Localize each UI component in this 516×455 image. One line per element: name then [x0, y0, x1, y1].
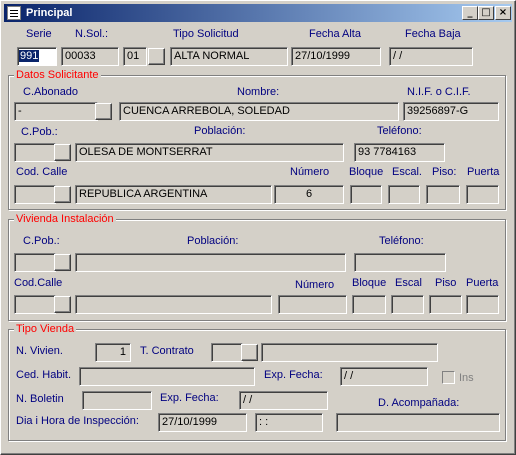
sol-piso-field[interactable] [426, 185, 460, 204]
sol-bloque-label: Bloque [349, 166, 384, 178]
sol-calle-field[interactable]: REPUBLICA ARGENTINA [75, 185, 272, 204]
cabonado-field[interactable]: - [14, 102, 98, 121]
cabonado-lookup-button[interactable] [95, 103, 112, 120]
tipo-vienda-title: Tipo Vienda [14, 323, 77, 336]
expfecha2-field[interactable]: / / [239, 391, 328, 410]
sol-cpob-field[interactable] [14, 143, 56, 162]
tcontrato-lookup-button[interactable] [241, 344, 258, 361]
maximize-button[interactable]: □ [478, 6, 494, 20]
nif-field[interactable]: 39256897-G [403, 102, 499, 121]
nsol-field[interactable]: 00033 [61, 47, 119, 66]
ins-label: Ins [459, 372, 474, 384]
nif-label: N.I.F. o C.I.F. [407, 86, 471, 98]
nombre-label: Nombre: [237, 86, 280, 98]
close-button[interactable]: × [495, 6, 511, 20]
viv-puerta-field[interactable] [466, 295, 499, 314]
sol-numero-label: Número [290, 166, 330, 178]
viv-numero-label: Número [295, 279, 335, 291]
vivienda-instalacion-title: Vivienda Instalación [14, 213, 116, 226]
inspeccion-label: Dia i Hora de Inspección: [16, 415, 139, 427]
viv-calle-field[interactable] [75, 295, 272, 314]
viv-piso-field[interactable] [429, 295, 462, 314]
sol-poblacion-label: Población: [194, 125, 246, 137]
sol-poblacion-field[interactable]: OLESA DE MONTSERRAT [75, 143, 344, 162]
acompanada-label: D. Acompañada: [378, 397, 460, 409]
tcontrato-code-field[interactable] [211, 343, 243, 362]
acompanada-field[interactable] [336, 413, 500, 432]
sol-piso-label: Piso: [432, 166, 457, 178]
sol-telefono-field[interactable]: 93 7784163 [354, 143, 445, 162]
nboletin-label: N. Boletin [16, 393, 64, 405]
fecha-alta-label: Fecha Alta [309, 28, 361, 40]
viv-codcalle-lookup-button[interactable] [54, 296, 71, 313]
viv-bloque-field[interactable] [352, 295, 386, 314]
fecha-baja-field[interactable]: / / [389, 47, 473, 66]
serie-value: 991 [19, 50, 40, 62]
title-bar[interactable]: Principal _ □ × [4, 4, 512, 22]
nboletin-field[interactable] [82, 391, 152, 410]
viv-cpob-field[interactable] [14, 253, 56, 272]
viv-poblacion-label: Población: [187, 235, 239, 247]
ins-checkbox[interactable] [442, 371, 455, 384]
nombre-field[interactable]: CUENCA ARREBOLA, SOLEDAD [119, 102, 399, 121]
viv-puerta-label: Puerta [466, 277, 499, 289]
viv-telefono-field[interactable] [354, 253, 446, 272]
nvivien-field[interactable]: 1 [95, 343, 131, 362]
viv-cpob-label: C.Pob.: [23, 235, 60, 247]
sol-codcalle-lookup-button[interactable] [54, 186, 71, 203]
viv-poblacion-field[interactable] [75, 253, 346, 272]
inspeccion-date-field[interactable]: 27/10/1999 [158, 413, 247, 432]
expfecha2-label: Exp. Fecha: [160, 392, 219, 404]
sol-telefono-label: Teléfono: [377, 125, 422, 137]
nsol-label: N.Sol.: [75, 28, 109, 40]
viv-escal-label: Escal [395, 277, 422, 289]
sol-bloque-field[interactable] [350, 185, 382, 204]
sol-escal-label: Escal. [392, 166, 422, 178]
nvivien-label: N. Vivien. [16, 345, 63, 357]
tipo-code-field[interactable]: 01 [123, 47, 147, 66]
sol-cpob-lookup-button[interactable] [54, 144, 71, 161]
sol-cpob-label: C.Pob.: [21, 126, 58, 138]
viv-codcalle-field[interactable] [14, 295, 56, 314]
expfecha1-label: Exp. Fecha: [264, 369, 323, 381]
viv-escal-field[interactable] [391, 295, 424, 314]
sol-puerta-field[interactable] [466, 185, 499, 204]
cabonado-label: C.Abonado [23, 86, 79, 98]
sol-codcalle-field[interactable] [14, 185, 56, 204]
serie-label: Serie [26, 28, 52, 40]
sol-puerta-label: Puerta [467, 166, 500, 178]
viv-piso-label: Piso [435, 277, 457, 289]
fecha-alta-field[interactable]: 27/10/1999 [291, 47, 381, 66]
tcontrato-label: T. Contrato [140, 345, 194, 357]
tcontrato-field[interactable] [261, 343, 438, 362]
sol-numero-field[interactable]: 6 [274, 185, 344, 204]
tipo-solicitud-label: Tipo Solicitud [173, 28, 239, 40]
minimize-button[interactable]: _ [462, 6, 478, 20]
principal-window: Principal _ □ × Serie N.Sol.: Tipo Solic… [0, 0, 516, 455]
window-title: Principal [26, 7, 73, 19]
viv-numero-field[interactable] [278, 295, 347, 314]
expfecha1-field[interactable]: / / [340, 367, 428, 386]
viv-telefono-label: Teléfono: [379, 235, 424, 247]
viv-codcalle-label: Cod.Calle [14, 277, 63, 289]
sol-escal-field[interactable] [388, 185, 420, 204]
inspeccion-time-field[interactable]: : : [255, 413, 323, 432]
viv-bloque-label: Bloque [352, 277, 387, 289]
datos-solicitante-title: Datos Solicitante [14, 69, 101, 82]
cedhabit-field[interactable] [79, 367, 255, 386]
fecha-baja-label: Fecha Baja [405, 28, 461, 40]
sol-codcalle-label: Cod. Calle [16, 166, 68, 178]
window-icon[interactable] [7, 6, 21, 20]
cedhabit-label: Ced. Habit. [16, 369, 72, 381]
tipo-solicitud-field[interactable]: ALTA NORMAL [170, 47, 288, 66]
serie-field[interactable]: 991 [17, 47, 57, 66]
tipo-lookup-button[interactable] [148, 48, 165, 65]
viv-cpob-lookup-button[interactable] [54, 254, 71, 271]
